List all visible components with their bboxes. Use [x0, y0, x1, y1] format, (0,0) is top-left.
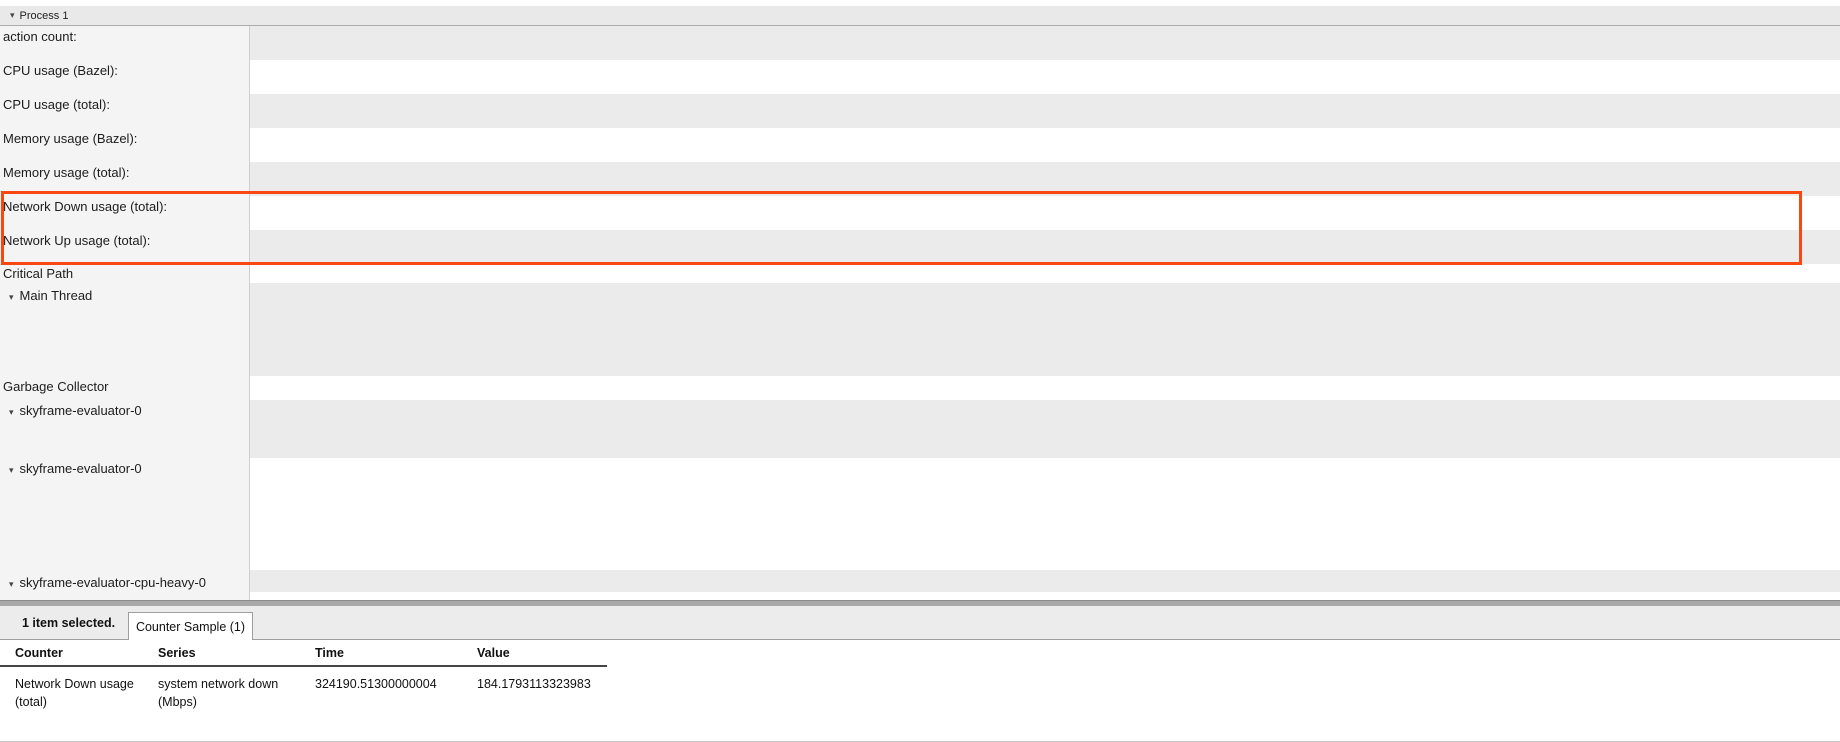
track-label-text: Main Thread — [20, 288, 93, 303]
col-header-time: Time — [300, 644, 462, 662]
cell-time: 324190.51300000004 — [300, 675, 462, 711]
sidebar-track-label-4[interactable]: Memory usage (total): — [3, 165, 129, 180]
track-label-text: action count: — [3, 29, 77, 44]
table-row[interactable]: Network Down usage (total) system networ… — [0, 667, 607, 711]
track-label-text: Memory usage (total): — [3, 165, 129, 180]
process-title: Process 1 — [20, 10, 69, 22]
collapse-arrow-icon[interactable]: ▾ — [9, 465, 14, 475]
trace-viewer: action 'Creatin...action 'GenObjcProtos … — [0, 0, 1840, 742]
track-row-band — [250, 570, 1840, 592]
track-row-band — [250, 376, 1840, 400]
track-label-text: skyframe-evaluator-0 — [20, 403, 142, 418]
track-row-band — [250, 128, 1840, 162]
sidebar-track-label-1[interactable]: CPU usage (Bazel): — [3, 63, 118, 78]
sidebar-track-label-7[interactable]: Critical Path — [3, 266, 73, 281]
track-row-band — [250, 60, 1840, 94]
sidebar-track-label-12[interactable]: ▾ skyframe-evaluator-cpu-heavy-0 — [3, 575, 206, 590]
track-label-text: CPU usage (total): — [3, 97, 110, 112]
red-highlight-box-1 — [1, 191, 1802, 265]
sidebar-track-label-9[interactable]: Garbage Collector — [3, 379, 109, 394]
row-bands — [250, 0, 1840, 600]
col-header-series: Series — [143, 644, 300, 662]
cell-series: system network down (Mbps) — [143, 675, 300, 711]
track-row-band — [250, 283, 1840, 376]
details-panel: 1 item selected. Counter Sample (1) Coun… — [0, 600, 1840, 742]
sidebar-track-label-2[interactable]: CPU usage (total): — [3, 97, 110, 112]
track-label-text: Garbage Collector — [3, 379, 109, 394]
track-label-text: CPU usage (Bazel): — [3, 63, 118, 78]
sidebar-track-label-11[interactable]: ▾ skyframe-evaluator-0 — [3, 461, 142, 476]
track-row-band — [250, 94, 1840, 128]
track-label-text: skyframe-evaluator-cpu-heavy-0 — [20, 575, 206, 590]
details-tab-bar: 1 item selected. Counter Sample (1) — [0, 606, 1840, 640]
cell-counter: Network Down usage (total) — [0, 675, 143, 711]
table-header: Counter Series Time Value — [0, 640, 607, 667]
track-label-text: Critical Path — [3, 266, 73, 281]
track-label-text: Memory usage (Bazel): — [3, 131, 137, 146]
sidebar-track-label-0[interactable]: action count: — [3, 29, 77, 44]
track-row-band — [250, 26, 1840, 60]
track-row-band — [250, 592, 1840, 600]
selection-status: 1 item selected. — [22, 606, 115, 640]
sidebar-track-label-10[interactable]: ▾ skyframe-evaluator-0 — [3, 403, 142, 418]
track-row-band — [250, 264, 1840, 284]
track-row-band — [250, 400, 1840, 458]
cell-value: 184.1793113323983 — [462, 675, 622, 711]
collapse-arrow-icon[interactable]: ▾ — [10, 10, 15, 21]
sidebar-track-label-3[interactable]: Memory usage (Bazel): — [3, 131, 137, 146]
tab-counter-sample[interactable]: Counter Sample (1) — [128, 612, 253, 641]
collapse-arrow-icon[interactable]: ▾ — [9, 292, 14, 302]
track-label-text: skyframe-evaluator-0 — [20, 461, 142, 476]
collapse-arrow-icon[interactable]: ▾ — [9, 579, 14, 589]
col-header-value: Value — [462, 644, 622, 662]
sidebar-track-label-8[interactable]: ▾ Main Thread — [3, 288, 92, 303]
track-row-band — [250, 458, 1840, 571]
counter-sample-table: Counter Series Time Value Network Down u… — [0, 640, 1840, 742]
collapse-arrow-icon[interactable]: ▾ — [9, 407, 14, 417]
track-sidebar: action count: CPU usage (Bazel): CPU usage… — [0, 26, 250, 600]
col-header-counter: Counter — [0, 644, 143, 662]
